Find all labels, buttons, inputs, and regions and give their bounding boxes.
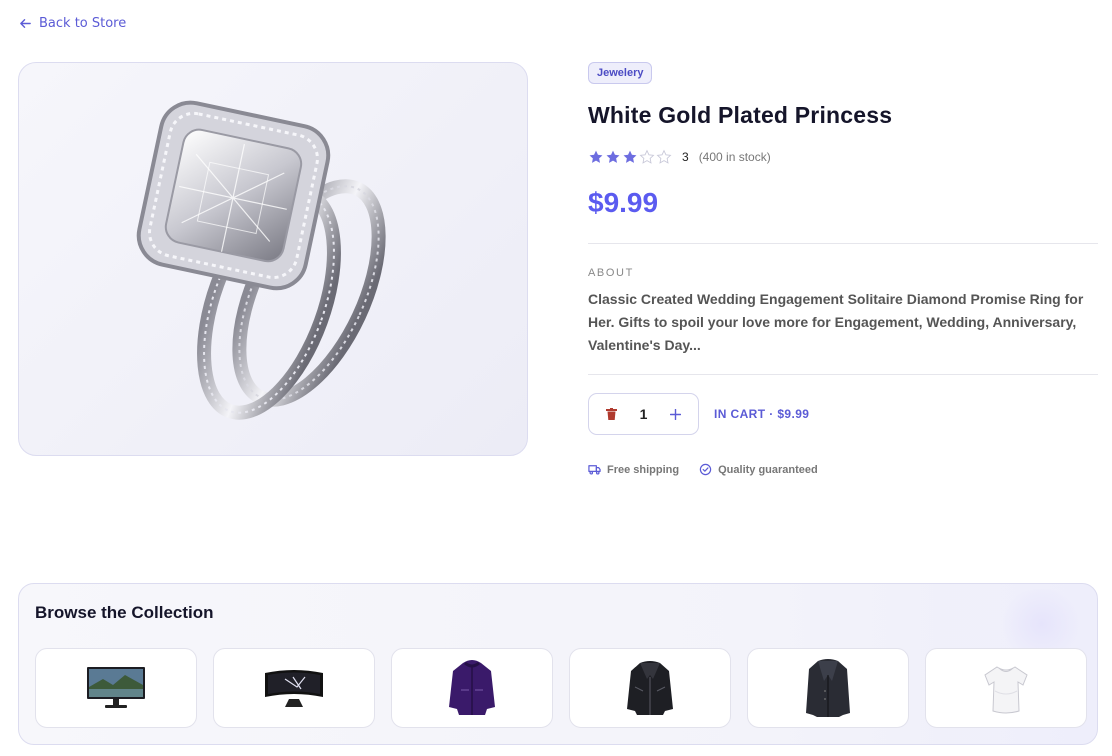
white-tshirt-thumbnail <box>984 666 1028 714</box>
perk-label: Free shipping <box>607 463 680 476</box>
product-card-curved-monitor[interactable] <box>213 648 375 728</box>
leather-jacket-thumbnail <box>627 661 673 715</box>
purple-jacket-thumbnail <box>449 660 495 715</box>
rating-stars <box>588 149 672 165</box>
back-to-store-link[interactable]: Back to Store <box>19 16 126 31</box>
in-cart-status: IN CART · $9.99 <box>714 407 810 421</box>
product-card-monitor[interactable] <box>35 648 197 728</box>
quantity-value: 1 <box>639 406 648 422</box>
arrow-left-icon <box>20 19 31 28</box>
stock-count: (400 in stock) <box>698 150 771 164</box>
dark-coat-thumbnail <box>806 659 850 717</box>
product-price: $9.99 <box>588 187 659 218</box>
truck-icon <box>588 465 601 475</box>
collection-list <box>35 648 1087 728</box>
quantity-stepper: 1 <box>588 393 699 435</box>
divider <box>588 243 1098 244</box>
product-card-purple-jacket[interactable] <box>391 648 553 728</box>
rating-row: 3 (400 in stock) <box>588 149 1098 165</box>
product-info: Jewelery White Gold Plated Princess 3 (4… <box>588 62 1098 476</box>
monitor-thumbnail <box>87 667 145 708</box>
star-empty-icon <box>656 149 672 164</box>
back-label: Back to Store <box>39 16 127 31</box>
browse-collection: Browse the Collection <box>18 583 1098 745</box>
perk-quality: Quality guaranteed <box>699 463 818 476</box>
star-empty-icon <box>639 149 655 164</box>
category-badge[interactable]: Jewelery <box>588 62 653 84</box>
perks-row: Free shipping Quality guaranteed <box>588 463 1098 476</box>
collection-title: Browse the Collection <box>35 603 214 622</box>
about-text: Classic Created Wedding Engagement Solit… <box>588 291 1084 353</box>
cart-row: 1 IN CART · $9.99 <box>588 393 1098 435</box>
about-label: ABOUT <box>588 267 634 279</box>
plus-icon <box>670 408 682 420</box>
star-filled-icon <box>606 150 620 163</box>
perk-free-shipping: Free shipping <box>588 463 679 476</box>
remove-from-cart-button[interactable] <box>603 406 619 422</box>
product-card-dark-coat[interactable] <box>747 648 909 728</box>
trash-icon <box>605 408 617 420</box>
rating-value: 3 <box>682 150 689 164</box>
product-title: White Gold Plated Princess <box>588 102 893 128</box>
divider <box>588 374 1098 375</box>
product-image <box>136 100 386 420</box>
badge-check-icon <box>699 463 712 476</box>
star-filled-icon <box>589 150 603 163</box>
star-filled-icon <box>623 150 637 163</box>
increase-quantity-button[interactable] <box>668 406 684 422</box>
product-image-card <box>18 62 528 456</box>
product-card-leather-jacket[interactable] <box>569 648 731 728</box>
product-card-white-tshirt[interactable] <box>925 648 1087 728</box>
perk-label: Quality guaranteed <box>718 463 818 476</box>
curved-monitor-thumbnail <box>265 670 323 707</box>
